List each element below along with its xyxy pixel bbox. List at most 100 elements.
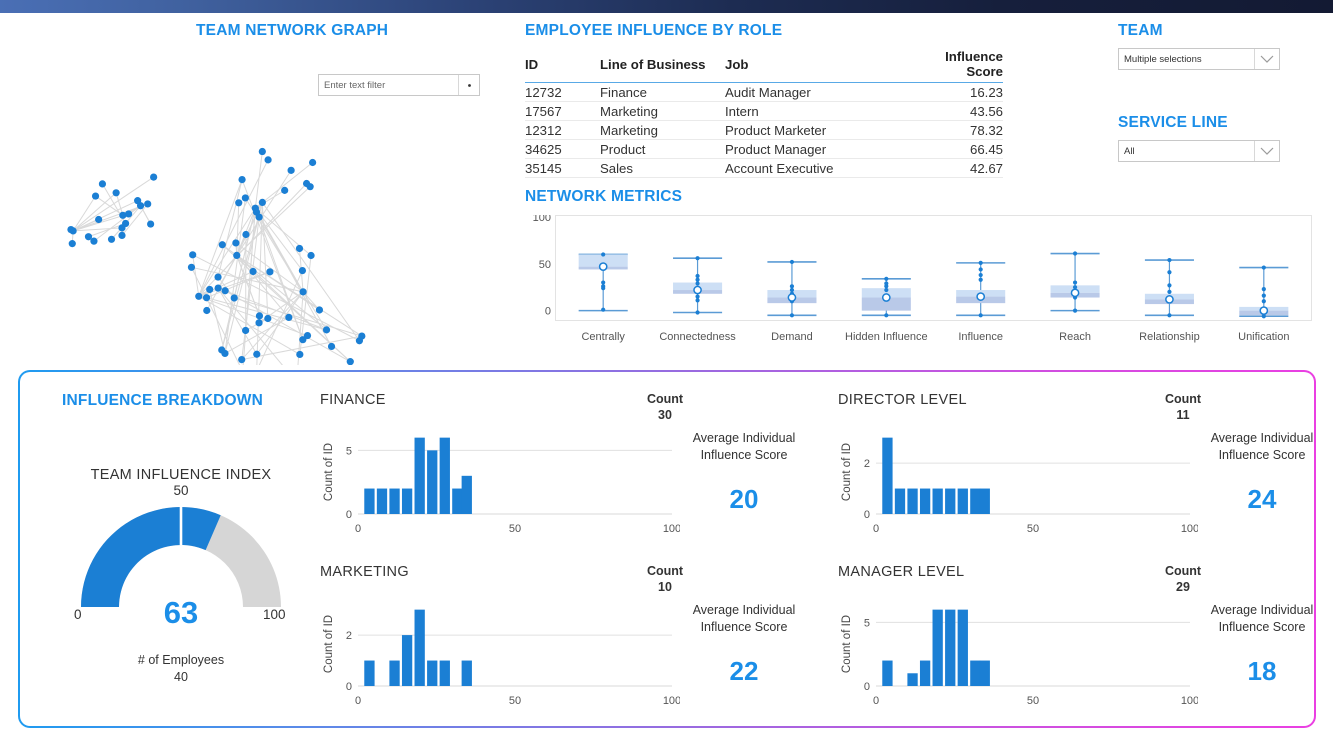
cell-job: Product Manager [725,139,905,159]
svg-text:0: 0 [346,509,352,521]
team-filter-dropdown[interactable]: Multiple selections [1118,48,1280,70]
cell-job: Account Executive [725,158,905,178]
cell-score: 42.67 [905,158,1003,178]
histogram-title: DIRECTOR LEVEL [838,392,967,408]
boxplot-category-label: Unification [1238,331,1289,343]
svg-text:100: 100 [663,523,680,535]
cell-score: 16.23 [905,82,1003,102]
count-value: 29 [1176,580,1190,594]
svg-text:5: 5 [346,445,352,457]
histogram-card-finance: FINANCE Count 30 Average Individual Influen… [320,392,798,552]
histogram-card-manager-level: MANAGER LEVEL Count 29 Average Individual I… [838,564,1316,724]
histogram-plot[interactable]: 050 50 100Count of ID [320,422,680,540]
cell-lob: Marketing [600,120,725,140]
cell-score: 66.45 [905,139,1003,159]
histogram-plot[interactable]: 0 2 0 50 100 Count of ID [320,594,680,712]
table-row[interactable]: 35145 Sales Account Executive 42.67 [525,158,1003,178]
chevron-down-icon[interactable] [1254,49,1279,69]
average-score-value: 22 [729,656,759,686]
employee-influence-table-panel: EMPLOYEE INFLUENCE BY ROLE ID Line of Bu… [525,22,1005,182]
svg-text:50: 50 [509,695,521,707]
boxplot-category-label: Centrally [581,331,625,343]
network-metrics-panel: NETWORK METRICS 0 50 100 Centrally Connected… [525,188,1315,363]
chevron-down-icon[interactable] [1254,141,1279,161]
average-score-value: 20 [729,484,759,514]
filter-spacer [1118,70,1318,114]
table-row[interactable]: 12732 Finance Audit Manager 16.23 [525,82,1003,102]
service-line-filter-dropdown[interactable]: All [1118,140,1280,162]
svg-text:0: 0 [346,681,352,693]
cell-lob: Product [600,139,725,159]
count-value: 30 [658,408,672,422]
histogram-title: FINANCE [320,392,386,408]
svg-text:50: 50 [539,259,551,271]
table-row[interactable]: 12312 Marketing Product Marketer 78.32 [525,120,1003,140]
column-header-id[interactable]: ID [525,48,600,83]
influence-breakdown-panel: INFLUENCE BREAKDOWN TEAM INFLUENCE INDEX… [18,370,1316,728]
svg-text:50: 50 [509,523,521,535]
svg-text:100: 100 [533,215,551,224]
team-influence-gauge[interactable]: TEAM INFLUENCE INDEX 50 63 0 100 # of Em… [38,467,324,697]
svg-text:0: 0 [355,523,361,535]
cell-job: Audit Manager [725,82,905,102]
svg-text:2: 2 [346,630,352,642]
average-score-value: 24 [1247,484,1277,514]
team-filter-title: TEAM [1118,22,1163,39]
svg-text:50: 50 [1027,523,1039,535]
average-score-label: Average Individual Influence Score [1210,603,1314,634]
y-axis-label: Count of ID [323,443,335,501]
employee-count-value: 40 [174,669,188,684]
boxplot-category-label: Demand [771,331,813,343]
svg-text:50: 50 [1027,695,1039,707]
gauge-max-label: 100 [263,607,286,622]
employee-table-title: EMPLOYEE INFLUENCE BY ROLE [525,22,783,39]
boxplot-category-label: Reach [1059,331,1091,343]
cell-lob: Sales [600,158,725,178]
employee-count-block: # of Employees 40 [38,652,324,686]
service-line-filter-title: SERVICE LINE [1118,114,1228,131]
histogram-plot[interactable]: 0 2 0 50 100 Count of ID [838,422,1198,540]
network-graph-visual[interactable] [0,80,510,365]
table-row[interactable]: 17567 Marketing Intern 43.56 [525,101,1003,121]
table-row[interactable]: 34625 Product Product Manager 66.45 [525,139,1003,159]
column-header-score[interactable]: Influence Score [905,48,1003,83]
svg-text:5: 5 [864,617,870,629]
column-header-lob[interactable]: Line of Business [600,48,725,83]
svg-text:0: 0 [545,306,551,318]
svg-text:2: 2 [864,458,870,470]
histogram-plot[interactable]: 050 50 100Count of ID [838,594,1198,712]
count-value: 10 [658,580,672,594]
histogram-title: MANAGER LEVEL [838,564,965,580]
column-header-job[interactable]: Job [725,48,905,83]
employee-count-label: # of Employees [137,653,225,667]
network-metrics-boxplot[interactable]: 0 50 100 Centrally Connectedness Demand Hidden… [525,215,1315,350]
histogram-title: MARKETING [320,564,409,580]
table-body: 12732 Finance Audit Manager 16.23 17567 Marke… [525,82,1003,178]
cell-score: 78.32 [905,120,1003,140]
count-label: Count [646,392,684,406]
count-label: Count [1164,392,1202,406]
count-label: Count [1164,564,1202,578]
cell-job: Intern [725,101,905,121]
svg-text:0: 0 [355,695,361,707]
cell-id: 17567 [525,101,600,121]
histogram-card-director-level: DIRECTOR LEVEL Count 11 Average Individual … [838,392,1316,552]
gauge-min-label: 0 [74,607,82,622]
y-axis-label: Count of ID [323,615,335,673]
average-score-label: Average Individual Influence Score [692,603,796,634]
boxplot-category-label: Hidden Influence [845,331,928,343]
boxplot-category-label: Influence [958,331,1003,343]
cell-id: 12312 [525,120,600,140]
employee-table: ID Line of Business Job Influence Score … [525,48,1003,178]
svg-text:100: 100 [1181,695,1198,707]
boxplot-category-label: Connectedness [659,331,736,343]
table-header-row: ID Line of Business Job Influence Score [525,48,1003,83]
count-label: Count [646,564,684,578]
histogram-card-marketing: MARKETING Count 10 Average Individual Influ… [320,564,798,724]
cell-id: 35145 [525,158,600,178]
svg-text:0: 0 [864,509,870,521]
svg-text:0: 0 [873,695,879,707]
svg-text:0: 0 [864,681,870,693]
cell-lob: Finance [600,82,725,102]
cell-score: 43.56 [905,101,1003,121]
